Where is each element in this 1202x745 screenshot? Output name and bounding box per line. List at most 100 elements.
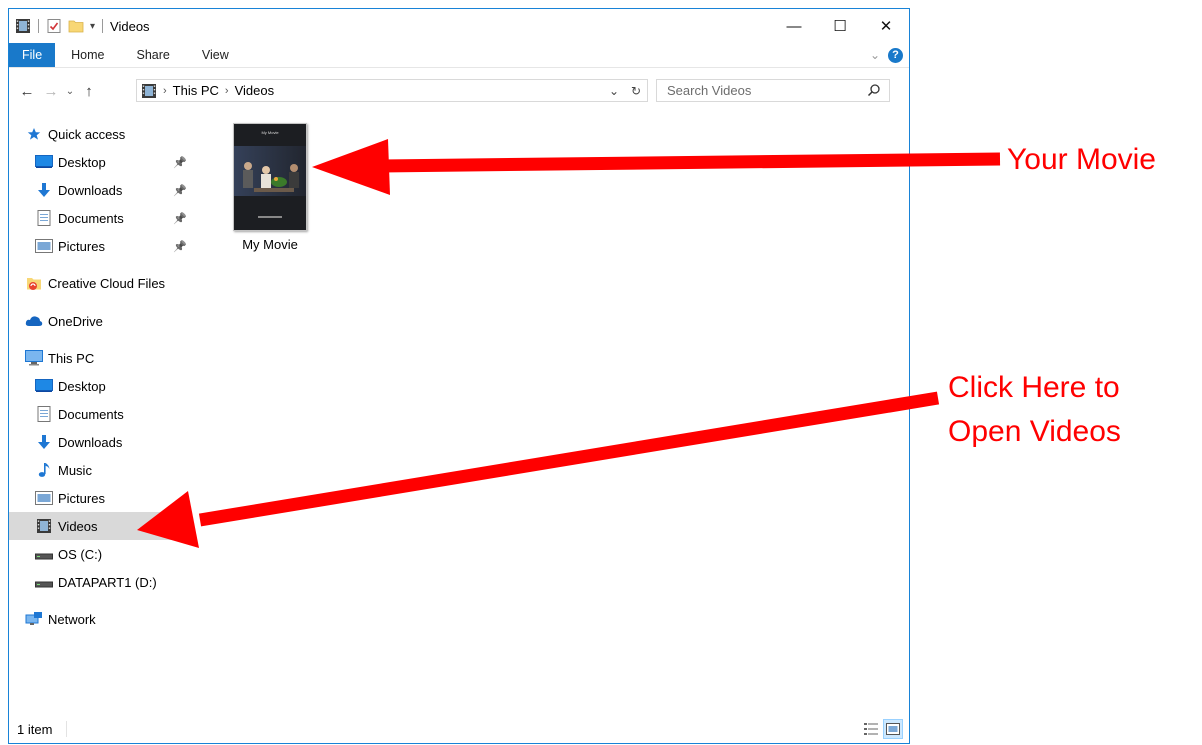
- address-history-chevron-icon[interactable]: ⌄: [603, 84, 625, 98]
- nav-item-label: Videos: [58, 518, 98, 534]
- nav-item-label: Desktop: [58, 378, 106, 394]
- nav-item-this-pc[interactable]: This PC: [9, 344, 191, 372]
- nav-item-label: Documents: [58, 210, 124, 226]
- up-button[interactable]: ↑: [77, 83, 101, 100]
- your-movie-callout: Your Movie: [1007, 143, 1156, 176]
- window-controls: — ☐ ✕: [771, 9, 909, 43]
- drive-icon: [35, 545, 53, 563]
- nav-item-pictures[interactable]: Pictures 📌: [9, 232, 191, 260]
- nav-item-label: Pictures: [58, 238, 105, 254]
- navigation-bar: ← → ⌄ ↑ › This PC › Videos ⌄ ↻: [9, 77, 909, 105]
- computer-icon: [25, 349, 43, 367]
- pin-icon: 📌: [173, 156, 187, 169]
- tab-share[interactable]: Share: [121, 43, 186, 67]
- nav-item-datapart1-d[interactable]: DATAPART1 (D:): [9, 568, 191, 596]
- nav-item-desktop[interactable]: Desktop 📌: [9, 148, 191, 176]
- file-item-my-movie[interactable]: My Movie My Movie: [225, 123, 315, 252]
- video-thumbnail: My Movie: [233, 123, 307, 231]
- pin-icon: 📌: [173, 184, 187, 197]
- maximize-button[interactable]: ☐: [817, 9, 863, 43]
- ribbon-right-controls: ⌄ ?: [870, 43, 903, 67]
- search-icon[interactable]: [867, 83, 881, 97]
- breadcrumb-videos[interactable]: Videos: [235, 83, 275, 98]
- breadcrumb-separator-icon[interactable]: ›: [163, 85, 167, 97]
- nav-item-label: Network: [48, 611, 96, 627]
- address-end-controls: ⌄ ↻: [603, 80, 647, 101]
- nav-item-label: Desktop: [58, 154, 106, 170]
- pin-icon: 📌: [173, 240, 187, 253]
- customize-toolbar-dropdown-icon[interactable]: ▾: [90, 21, 95, 32]
- tab-home[interactable]: Home: [55, 43, 120, 67]
- nav-item-network[interactable]: Network: [9, 605, 191, 633]
- nav-item-videos[interactable]: Videos: [9, 512, 191, 540]
- nav-item-label: Music: [58, 462, 92, 478]
- file-list: My Movie My Movie: [192, 113, 909, 709]
- drive-icon: [35, 573, 53, 591]
- refresh-icon[interactable]: ↻: [625, 84, 647, 98]
- navigation-pane: Quick access Desktop 📌 Downloads 📌 Documents 📌…: [9, 113, 191, 711]
- minimize-button[interactable]: —: [771, 9, 817, 43]
- nav-item-pictures[interactable]: Pictures: [9, 484, 191, 512]
- thumbnail-image: [234, 146, 306, 218]
- nav-item-label: OS (C:): [58, 546, 103, 562]
- pin-icon: 📌: [173, 212, 187, 225]
- forward-button[interactable]: →: [39, 83, 63, 100]
- view-switcher: [861, 719, 903, 739]
- window-title: Videos: [110, 18, 150, 34]
- tab-file[interactable]: File: [9, 43, 56, 67]
- title-bar: ▾ Videos — ☐ ✕: [9, 9, 909, 43]
- nav-item-desktop[interactable]: Desktop: [9, 372, 191, 400]
- nav-item-downloads[interactable]: Downloads 📌: [9, 176, 191, 204]
- film-icon[interactable]: [15, 18, 31, 34]
- recent-locations-chevron-icon[interactable]: ⌄: [63, 86, 77, 97]
- properties-check-icon[interactable]: [46, 18, 62, 34]
- pictures-icon: [35, 237, 53, 255]
- large-icons-view-icon[interactable]: [883, 719, 903, 739]
- nav-item-downloads[interactable]: Downloads: [9, 428, 191, 456]
- details-view-icon[interactable]: [861, 719, 881, 739]
- toolbar-separator: [38, 19, 39, 33]
- ribbon-tabs: File Home Share View ⌄ ?: [9, 43, 909, 68]
- desktop-icon: [35, 153, 53, 171]
- nav-item-os-c[interactable]: OS (C:): [9, 540, 191, 568]
- creative-cloud-icon: [25, 274, 43, 292]
- file-name: My Movie: [242, 237, 298, 252]
- status-bar: 1 item: [9, 715, 909, 743]
- film-icon: [141, 83, 157, 99]
- toolbar-separator: [102, 19, 104, 33]
- address-bar[interactable]: › This PC › Videos ⌄ ↻: [136, 79, 648, 102]
- nav-item-label: This PC: [48, 350, 95, 366]
- nav-item-label: Downloads: [58, 434, 123, 450]
- status-separator: [66, 721, 68, 737]
- nav-item-label: Documents: [58, 406, 124, 422]
- quick-access-toolbar: ▾: [9, 18, 104, 34]
- nav-item-music[interactable]: Music: [9, 456, 191, 484]
- help-icon[interactable]: ?: [888, 47, 903, 63]
- close-button[interactable]: ✕: [863, 9, 909, 43]
- nav-item-label: Downloads: [58, 182, 123, 198]
- pictures-icon: [35, 489, 53, 507]
- download-icon: [35, 433, 53, 451]
- network-icon: [25, 610, 43, 628]
- nav-item-creative-cloud-files[interactable]: Creative Cloud Files: [9, 269, 191, 297]
- breadcrumb-separator-icon[interactable]: ›: [225, 85, 229, 97]
- nav-item-label: OneDrive: [48, 313, 103, 329]
- open-videos-callout-line-2: Open Videos: [948, 415, 1121, 448]
- music-icon: [35, 461, 53, 479]
- nav-item-onedrive[interactable]: OneDrive: [9, 307, 191, 335]
- back-button[interactable]: ←: [15, 83, 39, 100]
- film-icon: [35, 517, 53, 535]
- nav-item-quick-access[interactable]: Quick access: [9, 120, 191, 148]
- desktop-icon: [35, 377, 53, 395]
- nav-item-label: Pictures: [58, 490, 105, 506]
- explorer-window: ▾ Videos — ☐ ✕ File Home Share View ⌄ ? …: [8, 8, 910, 744]
- breadcrumb-this-pc[interactable]: This PC: [173, 83, 219, 98]
- search-box[interactable]: [656, 79, 890, 102]
- nav-item-documents[interactable]: Documents 📌: [9, 204, 191, 232]
- search-input[interactable]: [665, 82, 859, 99]
- tab-view[interactable]: View: [186, 43, 245, 67]
- new-folder-icon[interactable]: [68, 18, 84, 34]
- expand-ribbon-chevron-icon[interactable]: ⌄: [870, 48, 880, 62]
- nav-item-documents[interactable]: Documents: [9, 400, 191, 428]
- download-icon: [35, 181, 53, 199]
